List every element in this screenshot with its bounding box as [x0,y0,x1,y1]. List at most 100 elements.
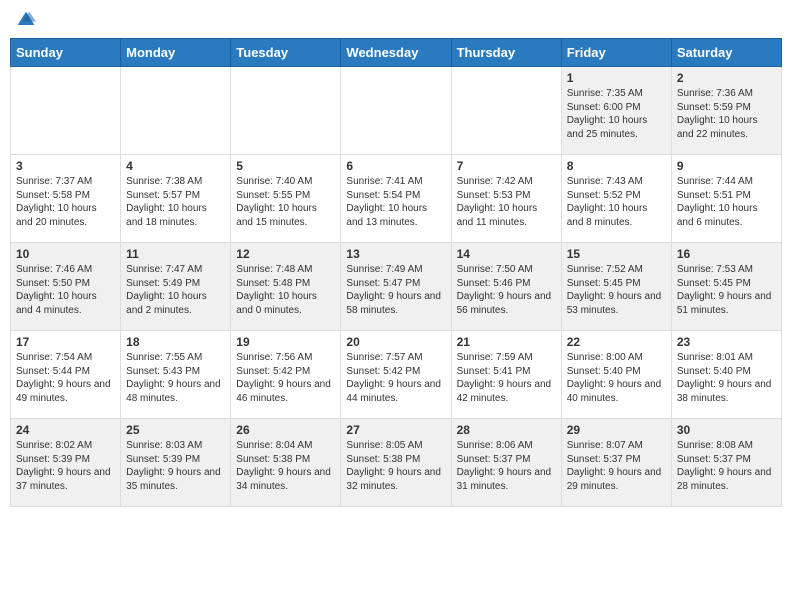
day-number: 5 [236,159,335,173]
calendar-cell: 9Sunrise: 7:44 AM Sunset: 5:51 PM Daylig… [671,155,781,243]
day-info: Sunrise: 7:44 AM Sunset: 5:51 PM Dayligh… [677,175,776,229]
calendar-week-row: 3 Sunrise: 7:37 AM Sunset: 5:58 PM Daylig… [11,155,782,243]
calendar-cell: 2 Sunrise: 7:36 AM Sunset: 5:59 PM Daylig… [671,67,781,155]
day-number: 23 [677,335,776,349]
day-info: Sunrise: 8:01 AM Sunset: 5:40 PM Dayligh… [677,351,776,405]
calendar-cell: 25 Sunrise: 8:03 AM Sunset: 5:39 PM Dayli… [121,419,231,507]
day-number: 19 [236,335,335,349]
day-header-saturday: Saturday [671,39,781,67]
day-number: 16 [677,247,776,261]
day-number: 13 [346,247,445,261]
day-info: Sunrise: 7:48 AM Sunset: 5:48 PM Dayligh… [236,263,335,317]
calendar-cell [451,67,561,155]
day-info: Sunrise: 7:55 AM Sunset: 5:43 PM Dayligh… [126,351,225,405]
day-number: 25 [126,423,225,437]
day-number: 1 [567,71,666,85]
day-info: Sunrise: 7:42 AM Sunset: 5:53 PM Dayligh… [457,175,556,229]
day-info: Sunrise: 8:03 AM Sunset: 5:39 PM Dayligh… [126,439,225,493]
calendar-cell: 30 Sunrise: 8:08 AM Sunset: 5:37 PM Dayli… [671,419,781,507]
calendar-cell: 18 Sunrise: 7:55 AM Sunset: 5:43 PM Dayli… [121,331,231,419]
day-number: 4 [126,159,225,173]
day-header-friday: Friday [561,39,671,67]
day-number: 6 [346,159,445,173]
calendar-cell: 29 Sunrise: 8:07 AM Sunset: 5:37 PM Dayli… [561,419,671,507]
day-info: Sunrise: 8:00 AM Sunset: 5:40 PM Dayligh… [567,351,666,405]
calendar-cell: 6 Sunrise: 7:41 AM Sunset: 5:54 PM Daylig… [341,155,451,243]
day-info: Sunrise: 7:36 AM Sunset: 5:59 PM Dayligh… [677,87,776,141]
day-info: Sunrise: 7:46 AM Sunset: 5:50 PM Dayligh… [16,263,115,317]
logo-icon [16,10,36,30]
day-number: 30 [677,423,776,437]
calendar-cell: 5 Sunrise: 7:40 AM Sunset: 5:55 PM Daylig… [231,155,341,243]
day-info: Sunrise: 7:50 AM Sunset: 5:46 PM Dayligh… [457,263,556,317]
day-info: Sunrise: 8:05 AM Sunset: 5:38 PM Dayligh… [346,439,445,493]
day-info: Sunrise: 8:02 AM Sunset: 5:39 PM Dayligh… [16,439,115,493]
day-info: Sunrise: 7:54 AM Sunset: 5:44 PM Dayligh… [16,351,115,405]
day-number: 12 [236,247,335,261]
day-header-sunday: Sunday [11,39,121,67]
calendar-cell: 8Sunrise: 7:43 AM Sunset: 5:52 PM Daylig… [561,155,671,243]
day-header-thursday: Thursday [451,39,561,67]
calendar-cell: 14Sunrise: 7:50 AM Sunset: 5:46 PM Dayli… [451,243,561,331]
day-info: Sunrise: 7:35 AM Sunset: 6:00 PM Dayligh… [567,87,666,141]
day-number: 7 [457,159,556,173]
calendar-cell [231,67,341,155]
day-number: 17 [16,335,115,349]
calendar-cell: 22 Sunrise: 8:00 AM Sunset: 5:40 PM Dayli… [561,331,671,419]
calendar-cell: 4 Sunrise: 7:38 AM Sunset: 5:57 PM Daylig… [121,155,231,243]
calendar-cell: 28Sunrise: 8:06 AM Sunset: 5:37 PM Dayli… [451,419,561,507]
day-number: 21 [457,335,556,349]
day-number: 11 [126,247,225,261]
page-header [10,10,782,30]
calendar-cell [11,67,121,155]
calendar-cell: 1 Sunrise: 7:35 AM Sunset: 6:00 PM Daylig… [561,67,671,155]
day-info: Sunrise: 7:59 AM Sunset: 5:41 PM Dayligh… [457,351,556,405]
day-info: Sunrise: 7:41 AM Sunset: 5:54 PM Dayligh… [346,175,445,229]
calendar-cell: 20Sunrise: 7:57 AM Sunset: 5:42 PM Dayli… [341,331,451,419]
day-number: 20 [346,335,445,349]
day-info: Sunrise: 7:53 AM Sunset: 5:45 PM Dayligh… [677,263,776,317]
day-number: 22 [567,335,666,349]
calendar-cell: 11Sunrise: 7:47 AM Sunset: 5:49 PM Dayli… [121,243,231,331]
calendar-cell: 16 Sunrise: 7:53 AM Sunset: 5:45 PM Dayli… [671,243,781,331]
day-header-tuesday: Tuesday [231,39,341,67]
day-info: Sunrise: 8:07 AM Sunset: 5:37 PM Dayligh… [567,439,666,493]
calendar-cell: 26Sunrise: 8:04 AM Sunset: 5:38 PM Dayli… [231,419,341,507]
calendar-cell [341,67,451,155]
day-number: 3 [16,159,115,173]
calendar-cell: 10 Sunrise: 7:46 AM Sunset: 5:50 PM Dayli… [11,243,121,331]
calendar-header-row: SundayMondayTuesdayWednesdayThursdayFrid… [11,39,782,67]
day-info: Sunrise: 7:40 AM Sunset: 5:55 PM Dayligh… [236,175,335,229]
day-number: 18 [126,335,225,349]
calendar-cell: 17 Sunrise: 7:54 AM Sunset: 5:44 PM Dayli… [11,331,121,419]
calendar-cell: 12 Sunrise: 7:48 AM Sunset: 5:48 PM Dayli… [231,243,341,331]
day-header-wednesday: Wednesday [341,39,451,67]
day-info: Sunrise: 7:37 AM Sunset: 5:58 PM Dayligh… [16,175,115,229]
calendar-week-row: 1 Sunrise: 7:35 AM Sunset: 6:00 PM Daylig… [11,67,782,155]
day-number: 15 [567,247,666,261]
calendar-cell: 19Sunrise: 7:56 AM Sunset: 5:42 PM Dayli… [231,331,341,419]
day-number: 2 [677,71,776,85]
calendar-cell: 13 Sunrise: 7:49 AM Sunset: 5:47 PM Dayli… [341,243,451,331]
calendar-week-row: 17 Sunrise: 7:54 AM Sunset: 5:44 PM Dayli… [11,331,782,419]
logo [14,10,36,30]
day-number: 27 [346,423,445,437]
calendar-cell: 7 Sunrise: 7:42 AM Sunset: 5:53 PM Daylig… [451,155,561,243]
calendar-cell: 3 Sunrise: 7:37 AM Sunset: 5:58 PM Daylig… [11,155,121,243]
day-number: 10 [16,247,115,261]
day-number: 26 [236,423,335,437]
calendar-week-row: 10 Sunrise: 7:46 AM Sunset: 5:50 PM Dayli… [11,243,782,331]
day-info: Sunrise: 8:08 AM Sunset: 5:37 PM Dayligh… [677,439,776,493]
day-number: 29 [567,423,666,437]
calendar-table: SundayMondayTuesdayWednesdayThursdayFrid… [10,38,782,507]
day-number: 28 [457,423,556,437]
calendar-cell: 27 Sunrise: 8:05 AM Sunset: 5:38 PM Dayli… [341,419,451,507]
calendar-cell: 24 Sunrise: 8:02 AM Sunset: 5:39 PM Dayli… [11,419,121,507]
day-info: Sunrise: 7:49 AM Sunset: 5:47 PM Dayligh… [346,263,445,317]
day-info: Sunrise: 7:52 AM Sunset: 5:45 PM Dayligh… [567,263,666,317]
calendar-cell: 15 Sunrise: 7:52 AM Sunset: 5:45 PM Dayli… [561,243,671,331]
calendar-cell [121,67,231,155]
day-info: Sunrise: 7:38 AM Sunset: 5:57 PM Dayligh… [126,175,225,229]
calendar-cell: 23 Sunrise: 8:01 AM Sunset: 5:40 PM Dayli… [671,331,781,419]
day-number: 24 [16,423,115,437]
